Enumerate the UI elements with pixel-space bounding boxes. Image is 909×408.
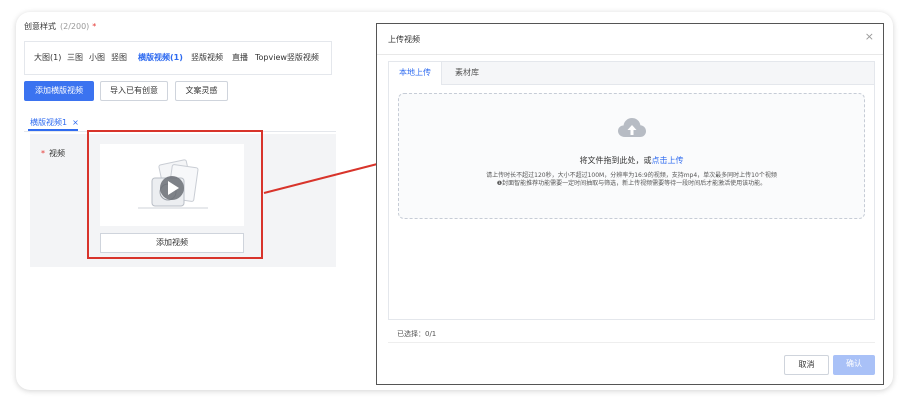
cover-recommend-note: ❶封面智能推荐功能需要一定时间抽取与筛选，新上传视频需要等待一段时间后才能激活使… [496,180,767,187]
upload-dropzone[interactable]: 将文件拖到此处，或点击上传 请上传时长不超过120秒，大小不超过100M，分辨率… [398,93,865,219]
dialog-title: 上传视频 [388,35,420,44]
click-upload-link[interactable]: 点击上传 [652,156,684,165]
close-icon[interactable]: × [865,30,874,43]
cancel-button[interactable]: 取消 [784,355,829,375]
selected-count: 已选择：0/1 [397,330,437,338]
tab-material-library[interactable]: 素材库 [445,62,489,84]
confirm-button[interactable]: 确认 [833,355,875,375]
tab-local-upload[interactable]: 本地上传 [389,62,442,85]
divider [388,342,875,343]
upload-tabs: 本地上传 素材库 [389,62,874,85]
dropzone-text: 将文件拖到此处，或点击上传 [579,156,684,165]
upload-video-dialog: 上传视频 × 本地上传 素材库 将文件拖到此处，或点击上传 请上传时长不超过12… [376,23,884,385]
divider [377,54,883,55]
cloud-upload-icon [618,118,646,137]
dialog-body: 本地上传 素材库 将文件拖到此处，或点击上传 请上传时长不超过120秒，大小不超… [388,61,875,320]
